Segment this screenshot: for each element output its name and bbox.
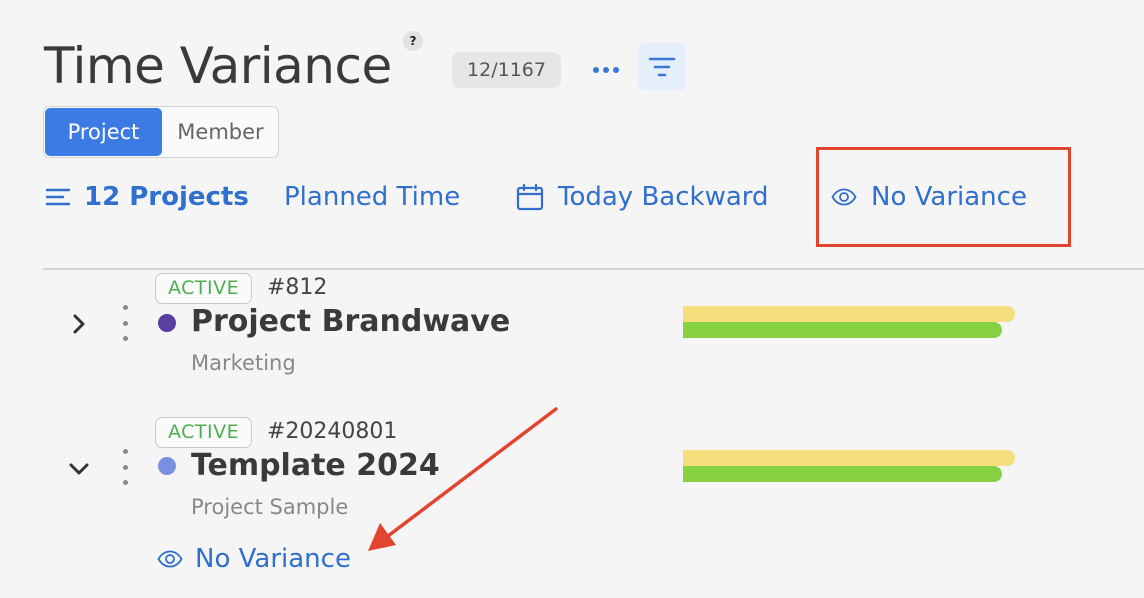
project-id: #812 [267,275,328,300]
help-icon[interactable]: ? [403,31,423,51]
planned-bar [683,306,1015,322]
project-name[interactable]: Template 2024 [191,448,440,483]
divider [43,268,1144,270]
kebab-dot-icon [122,480,128,485]
kebab-dot-icon [122,320,128,326]
more-dot-icon [593,67,599,73]
list-icon [46,188,70,206]
project-color-dot [158,314,176,332]
status-badge: ACTIVE [155,273,253,304]
client-name: Project Sample [191,495,349,519]
status-badge: ACTIVE [155,417,253,448]
metric-selector[interactable]: Planned Time [284,176,460,218]
client-name: Marketing [191,351,296,375]
filter-icon [648,57,676,76]
more-dot-icon [603,67,609,73]
eye-icon [157,550,183,568]
chevron-down-icon[interactable] [67,457,91,481]
filter-button[interactable] [638,43,686,90]
annotation-highlight-box [816,147,1071,247]
kebab-dot-icon [122,464,128,470]
kebab-dot-icon [122,336,128,341]
count-badge: 12/1167 [452,52,561,88]
toggle-project[interactable]: Project [45,108,162,156]
kebab-dot-icon [122,305,128,310]
calendar-icon [516,183,544,211]
row-menu-button[interactable] [120,449,130,485]
actual-bar [683,322,1002,338]
row-variance-text: No Variance [195,544,351,574]
row-menu-button[interactable] [120,305,130,341]
projects-filter[interactable]: 12 Projects [46,176,249,218]
chevron-right-icon[interactable] [67,312,91,336]
page-title: Time Variance [44,37,392,95]
project-name[interactable]: Project Brandwave [191,304,510,339]
date-range-label: Today Backward [558,182,769,212]
more-dot-icon [613,67,619,73]
project-color-dot [158,457,176,475]
actual-bar [683,466,1002,482]
date-range-selector[interactable]: Today Backward [516,176,769,218]
metric-label: Planned Time [284,182,461,212]
more-options-button[interactable] [586,52,626,88]
row-variance-label[interactable]: No Variance [157,540,351,578]
kebab-dot-icon [122,449,128,454]
projects-filter-label: 12 Projects [84,182,249,212]
toggle-member[interactable]: Member [163,107,278,157]
project-id: #20240801 [267,419,398,444]
view-toggle: Project Member [43,106,279,158]
planned-bar [683,450,1015,466]
